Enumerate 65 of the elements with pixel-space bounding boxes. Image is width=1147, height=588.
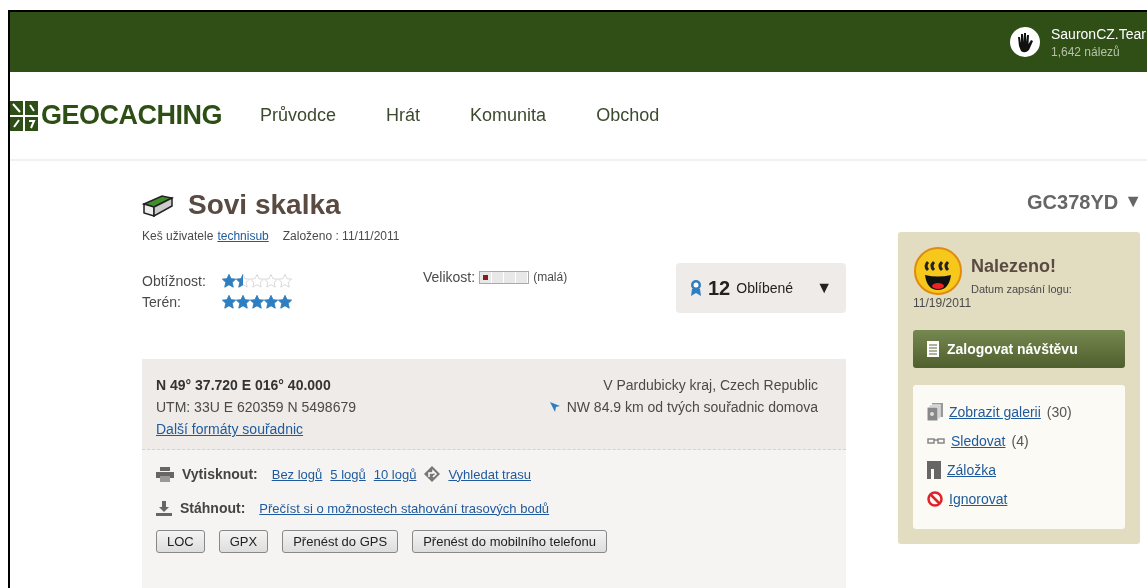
size-label: Velikost: [423, 269, 476, 285]
found-status: Nalezeno! [971, 256, 1058, 277]
ammo-box-icon [142, 192, 174, 218]
download-button[interactable]: Přenést do mobilního telefonu [412, 530, 607, 553]
printer-icon [156, 466, 174, 482]
action-link[interactable]: Ignorovat [949, 491, 1008, 507]
action-count: (4) [1011, 433, 1029, 449]
smiley-icon [913, 246, 963, 296]
logo-icon[interactable] [10, 100, 38, 131]
download-button[interactable]: LOC [156, 530, 205, 553]
nav-link[interactable]: Hrát [386, 105, 421, 126]
pointer-arrow-icon [548, 401, 561, 413]
cache-title: Sovi skalka [188, 189, 341, 221]
notepad-icon [927, 341, 939, 357]
star-icon [222, 295, 236, 309]
bookmark-icon [927, 461, 941, 479]
favorites-button[interactable]: 12 Oblíbené ▼ [676, 263, 846, 313]
placed-date: Založeno : 11/11/2011 [282, 229, 400, 243]
star-icon [222, 274, 236, 288]
download-info-link[interactable]: Přečíst si o možnostech stahování trasových bodů [259, 500, 550, 516]
nav-link[interactable]: Komunita [470, 105, 547, 126]
username[interactable]: SauronCZ.Tear [1051, 25, 1146, 42]
nav-link[interactable]: Obchod [596, 105, 660, 126]
nav-link[interactable]: Průvodce [260, 105, 337, 126]
log-date-label: Datum zapsání logu: [971, 283, 1072, 295]
hand-avatar-icon[interactable] [1009, 26, 1041, 58]
action-link[interactable]: Zobrazit galerii [949, 404, 1041, 420]
log-visit-button[interactable]: Zalogovat návštěvu [913, 330, 1125, 368]
action-count: (30) [1046, 404, 1072, 420]
ribbon-icon [690, 279, 702, 297]
half-star-icon [236, 274, 250, 288]
region-text: V Pardubicky kraj, Czech Republic [603, 377, 818, 393]
rating-label: Obtížnost: [142, 273, 207, 289]
download-button[interactable]: Přenést do GPS [282, 530, 399, 553]
photos-icon [927, 403, 943, 421]
distance-text: NW 84.9 km od tvých souřadnic domova [566, 399, 818, 415]
print-link[interactable]: Bez logů [271, 466, 323, 482]
logo-text[interactable]: GEOCACHING [41, 100, 222, 131]
download-label: Stáhnout: [180, 500, 246, 516]
cache-code: GC378YD [1027, 191, 1119, 214]
print-label: Vytisknout: [182, 466, 258, 482]
route-link[interactable]: Vyhledat trasu [448, 466, 531, 482]
download-icon [156, 500, 172, 516]
star-icon [250, 295, 264, 309]
route-sign-icon [424, 466, 441, 482]
utm-coordinates: UTM: 33U E 620359 N 5498679 [156, 399, 356, 415]
rating-label: Terén: [142, 294, 182, 310]
action-link[interactable]: Sledovat [951, 433, 1006, 449]
print-link[interactable]: 10 logů [373, 466, 417, 482]
log-date: 11/19/2011 [913, 296, 973, 310]
print-link[interactable]: 5 logů [330, 466, 366, 482]
find-count: 1,642 nálezů [1051, 44, 1121, 59]
owner-link[interactable]: technisub [217, 229, 269, 243]
star-icon [236, 295, 250, 309]
glasses-icon [927, 437, 945, 445]
star-icon [264, 295, 278, 309]
prohibited-icon [927, 491, 943, 507]
owner-label: Keš uživatele [142, 229, 214, 243]
coordinate-formats-link[interactable]: Další formáty souřadnic [156, 421, 356, 437]
coordinates: N 49° 37.720 E 016° 40.000 [156, 377, 332, 393]
code-menu-toggle[interactable]: ▼ [1124, 191, 1142, 214]
size-text: (malá) [533, 270, 568, 284]
action-link[interactable]: Záložka [947, 462, 997, 478]
star-icon [278, 295, 292, 309]
download-button[interactable]: GPX [218, 530, 269, 553]
